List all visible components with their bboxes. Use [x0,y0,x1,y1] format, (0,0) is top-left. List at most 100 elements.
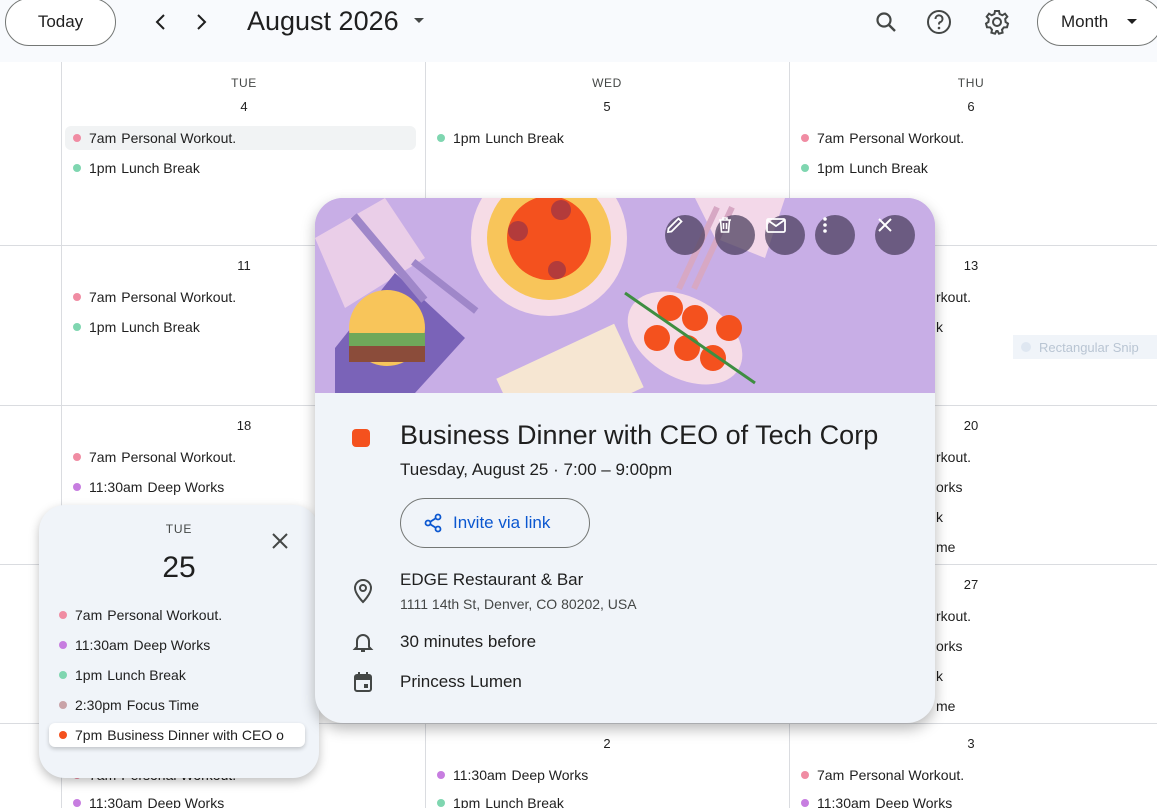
event-chip-partial[interactable]: rkout. [936,445,971,469]
day-of-week-header: WED [592,76,622,90]
share-icon [424,513,442,533]
day-number[interactable]: 18 [224,418,264,433]
event-color-dot [59,671,67,679]
event-time: 7am [75,607,103,623]
search-button[interactable] [872,8,900,36]
help-button[interactable] [925,8,953,36]
email-guests-button[interactable] [765,215,805,255]
reminder-text: 30 minutes before [400,632,537,651]
event-chip[interactable]: 11:30am Deep Works [59,633,210,657]
event-chip-partial[interactable]: k [936,664,943,688]
more-options-button[interactable] [815,215,855,255]
event-chip[interactable]: 2:30pm Focus Time [59,693,199,717]
view-selector-label: Month [1061,12,1109,31]
event-time: 7am [89,130,117,146]
event-name: Lunch Break [485,130,564,146]
event-name: Deep Works [147,479,225,495]
event-time: 7pm [75,727,103,743]
event-color-dot [73,453,81,461]
delete-button[interactable] [715,215,755,255]
event-chip-partial[interactable]: rkout. [936,604,971,628]
event-chip[interactable]: 1pm Lunch Break [437,791,564,808]
day-number[interactable]: 2 [587,736,627,751]
event-color-dot [73,293,81,301]
event-chip[interactable]: 7am Personal Workout. [801,126,964,150]
edit-button[interactable] [665,215,705,255]
location-name[interactable]: EDGE Restaurant & Bar [400,570,583,590]
next-month-button[interactable] [187,8,215,36]
event-chip[interactable]: 11:30am Deep Works [73,791,224,808]
event-color-dot [437,134,445,142]
event-detail-card: Business Dinner with CEO of Tech Corp Tu… [315,198,935,723]
event-name: Focus Time [126,697,200,713]
event-chip[interactable]: 7am Personal Workout. [65,126,416,150]
day-number[interactable]: 11 [224,258,264,273]
event-chip[interactable]: 11:30am Deep Works [801,791,952,808]
event-chip[interactable]: 7am Personal Workout. [73,445,236,469]
event-time: 1pm [75,667,103,683]
event-chip[interactable]: 7am Personal Workout. [73,285,236,309]
calendar-owner: Princess Lumen [400,672,522,691]
day-number[interactable]: 6 [951,99,991,114]
event-chip[interactable]: 11:30am Deep Works [73,475,224,499]
event-chip[interactable]: 1pm Lunch Break [73,156,200,180]
current-month-title[interactable]: August 2026 [247,6,399,37]
event-name: Business Dinner with CEO o [107,727,284,743]
snip-tool-tooltip: Rectangular Snip [1013,335,1157,359]
search-icon [876,12,896,32]
settings-button[interactable] [983,8,1011,36]
event-chip-partial[interactable]: k [936,315,943,339]
event-chip-partial[interactable]: me [936,694,955,718]
event-color-dot [801,164,809,172]
event-time: 1pm [453,795,481,808]
event-chip-selected[interactable]: 7pm Business Dinner with CEO o [49,723,305,747]
day-number[interactable]: 13 [951,258,991,273]
event-name: Personal Workout. [121,289,237,305]
event-chip[interactable]: 1pm Lunch Break [437,126,564,150]
event-chip[interactable]: 1pm Lunch Break [73,315,200,339]
day-number[interactable]: 20 [951,418,991,433]
day-of-week-header: TUE [231,76,257,90]
event-color-dot [73,799,81,807]
event-chip[interactable]: 11:30am Deep Works [437,763,588,787]
event-color-dot [59,641,67,649]
event-chip[interactable]: 1pm Lunch Break [59,663,186,687]
event-chip-partial[interactable]: orks [936,475,962,499]
invite-via-link-button[interactable]: Invite via link [400,498,590,548]
event-color-dot [73,134,81,142]
day-number[interactable]: 4 [224,99,264,114]
day-number[interactable]: 5 [587,99,627,114]
event-chip-partial[interactable]: me [936,535,955,559]
event-chip[interactable]: 7am Personal Workout. [59,603,222,627]
location-address[interactable]: 1111 14th St, Denver, CO 80202, USA [400,596,637,612]
event-chip[interactable]: 1pm Lunch Break [801,156,928,180]
event-name: Lunch Break [485,795,564,808]
event-time: 7am [817,130,845,146]
event-time: 11:30am [75,637,129,653]
day-of-week-header: THU [957,76,985,90]
invite-label: Invite via link [453,513,551,532]
event-chip[interactable]: 7am Personal Workout. [801,763,964,787]
close-icon[interactable] [268,529,292,553]
event-chip-partial[interactable]: k [936,505,943,529]
event-color-dot [801,771,809,779]
day-number[interactable]: 3 [951,736,991,751]
event-name: Deep Works [133,637,211,653]
previous-month-button[interactable] [147,8,175,36]
popup-day-number[interactable]: 25 [39,551,319,585]
close-button[interactable] [875,215,915,255]
day-events-popup: TUE 25 7am Personal Workout. 11:30am Dee… [39,505,319,778]
calendar-icon [351,670,375,694]
event-time: 2:30pm [75,697,122,713]
caret-down-icon[interactable] [412,14,426,28]
event-chip-partial[interactable]: rkout. [936,285,971,309]
trash-icon [719,217,731,233]
more-vertical-icon [823,217,827,233]
event-color-dot [437,771,445,779]
day-number[interactable]: 27 [951,577,991,592]
event-name: Deep Works [511,767,589,783]
today-button[interactable]: Today [5,0,116,46]
event-time: 1pm [89,160,117,176]
view-selector-button[interactable]: Month [1037,0,1157,46]
event-chip-partial[interactable]: orks [936,634,962,658]
